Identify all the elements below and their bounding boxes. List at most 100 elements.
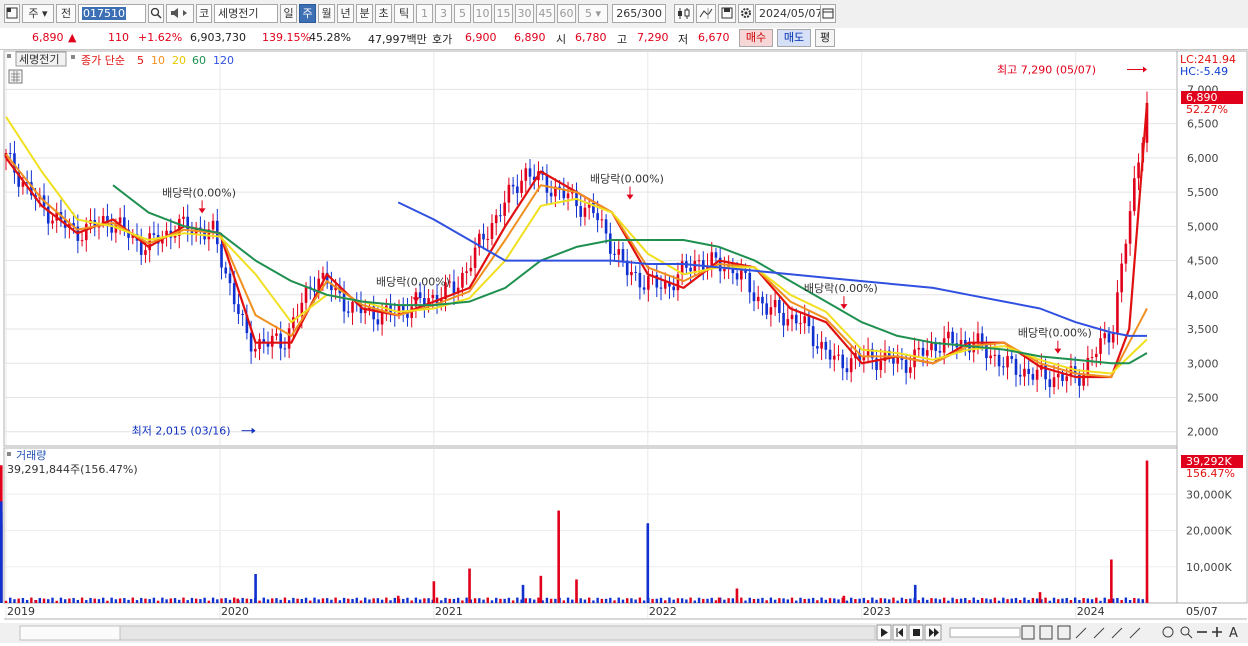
volume-bar: [626, 598, 629, 603]
volume-bar: [537, 597, 540, 603]
volume-bar: [613, 600, 616, 603]
volume-bar: [1006, 599, 1009, 603]
candle-body: [1052, 377, 1056, 388]
candle-body: [663, 281, 667, 289]
minute-15[interactable]: 15: [494, 4, 513, 23]
gear-icon[interactable]: [738, 4, 754, 23]
volume-bar: [224, 598, 227, 603]
font-size-icon[interactable]: A: [1229, 626, 1238, 641]
volume-bar: [951, 597, 954, 603]
minute-45[interactable]: 45: [536, 4, 555, 23]
crosshair-icon[interactable]: [696, 4, 716, 23]
zoom-slider[interactable]: [949, 627, 1021, 638]
minute-1[interactable]: 1: [416, 4, 433, 23]
sound-icon[interactable]: [166, 4, 194, 23]
candle-body: [401, 305, 405, 311]
volume-bar: [351, 598, 354, 603]
volume-bar: [621, 599, 625, 603]
code-input[interactable]: 017510: [78, 4, 146, 23]
volume-bar: [955, 599, 959, 603]
stock-name-field[interactable]: 세명전기: [214, 4, 278, 23]
sell-button[interactable]: 매도: [777, 29, 811, 47]
minute-30[interactable]: 30: [515, 4, 534, 23]
volume-bar: [786, 599, 789, 603]
calendar-icon[interactable]: [820, 4, 836, 23]
save-icon[interactable]: [718, 4, 736, 23]
search-icon[interactable]: [148, 4, 164, 23]
volume-bar: [795, 600, 798, 603]
candle-body: [862, 356, 866, 361]
volume-bar: [524, 598, 527, 603]
volume-bar: [972, 597, 975, 603]
volume-bar-spike: [717, 597, 721, 603]
volume-bar: [642, 600, 646, 603]
volume-bar: [854, 599, 857, 603]
volume-bar: [664, 600, 667, 603]
scrollbar-track[interactable]: [119, 625, 876, 641]
period-second[interactable]: 초: [375, 4, 392, 23]
candle-body: [1065, 376, 1069, 382]
dividend-label: 배당락(0.00%): [1018, 327, 1092, 340]
volume-bar: [1090, 599, 1094, 603]
dividend-label: 배당락(0.00%): [590, 173, 664, 186]
volume-bar: [262, 597, 265, 603]
volume-bar: [21, 598, 25, 603]
volume-bar: [554, 598, 557, 603]
date-field[interactable]: 2024/05/07: [755, 4, 822, 23]
period-week[interactable]: 주: [299, 4, 316, 23]
table-icon[interactable]: [8, 69, 23, 84]
minute-select[interactable]: 5 ▾: [578, 4, 608, 23]
candle-body: [938, 350, 942, 353]
period-minute[interactable]: 분: [356, 4, 373, 23]
minute-60[interactable]: 60: [557, 4, 576, 23]
candle-body: [697, 260, 701, 262]
period-month[interactable]: 월: [318, 4, 335, 23]
stock-chart[interactable]: 2,000 2,500 3,000 3,500 4,000 4,500 5,000 5,500…: [0, 50, 1248, 643]
volume-bar: [359, 600, 363, 603]
volume-bar: [685, 599, 688, 603]
prev-button[interactable]: 전: [56, 4, 76, 23]
volume-bar-spike: [539, 575, 543, 603]
candle-body: [241, 313, 244, 315]
volume-bar: [93, 598, 96, 603]
window-icon[interactable]: [4, 4, 20, 23]
legend-ma20: 20: [172, 54, 186, 67]
volume-bar: [300, 598, 304, 603]
volume-bar: [938, 599, 942, 603]
volume-bar: [410, 600, 413, 603]
volume-bar: [266, 599, 270, 603]
candle-body: [249, 333, 253, 352]
volume-bar: [659, 597, 663, 603]
volume-bar: [72, 598, 75, 603]
price-tick-label: 3,000: [1187, 357, 1219, 370]
buy-button[interactable]: 매수: [739, 29, 773, 47]
candle-body: [287, 328, 291, 349]
period-tick[interactable]: 틱: [394, 4, 414, 23]
candle-body: [816, 346, 819, 349]
scrollbar-thumb[interactable]: [19, 625, 121, 641]
minute-5[interactable]: 5: [454, 4, 471, 23]
candle-body: [723, 268, 726, 272]
volume-bar: [287, 600, 291, 603]
period-year[interactable]: 년: [337, 4, 354, 23]
minute-10[interactable]: 10: [473, 4, 492, 23]
minute-3[interactable]: 3: [435, 4, 452, 23]
candle-body: [925, 350, 929, 356]
period-day[interactable]: 일: [280, 4, 297, 23]
candle-body: [118, 217, 122, 224]
candle-type-icon[interactable]: [674, 4, 694, 23]
volume-bar: [731, 598, 735, 603]
candle-body: [84, 223, 88, 241]
volume-bar: [824, 599, 828, 603]
volume-bar: [101, 597, 105, 603]
volume-bar: [638, 597, 642, 603]
volume-bar: [892, 597, 895, 603]
count-field[interactable]: 265/300: [612, 4, 666, 23]
volume-bar-spike: [557, 510, 560, 603]
market-select[interactable]: 주 ▾: [22, 4, 54, 23]
candle-body: [642, 287, 646, 290]
eval-button[interactable]: 평: [815, 29, 835, 47]
current-price: 6,890: [32, 31, 64, 44]
volume-bar: [930, 598, 933, 603]
volume-bar: [321, 598, 325, 603]
